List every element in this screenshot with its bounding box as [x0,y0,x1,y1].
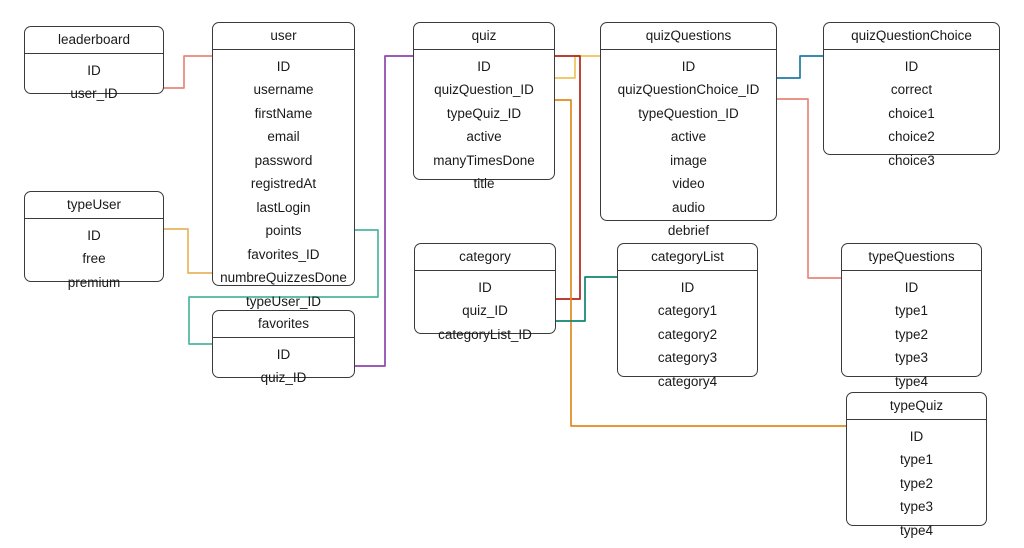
field-leaderboard-ID: ID [87,62,101,78]
field-typeQuestions-type3: type3 [894,350,929,365]
entity-title-typeQuiz: typeQuiz [847,393,986,420]
field-quiz-active: active [466,129,502,144]
field-quizQuestions-video: video [672,176,705,191]
entity-fields-categoryList: ID category1 category2 category3 category4 [618,271,757,400]
field-categoryList-category1: category1 [657,303,718,318]
connector-quiz-quizQuestions [554,55,601,79]
entity-typeQuestions[interactable]: typeQuestions ID type1 type2 type3 type4 [841,243,982,388]
field-quiz-ID: ID [477,58,491,74]
field-quizQuestions-audio: audio [671,199,706,215]
entity-category[interactable]: category ID quiz_ID categoryList_ID [414,243,556,341]
field-user-ID: ID [276,58,291,74]
entity-fields-quizQuestionChoice: ID correct choice1 choice2 choice3 [824,50,999,179]
connector-quizQuestions-quizQuestionChoice [776,55,824,79]
entity-typeUser[interactable]: typeUser ID free premium [24,191,164,289]
entity-title-quizQuestionChoice: quizQuestionChoice [824,23,999,50]
field-user-numbreQuizzesDone: numbreQuizzesDone [220,270,347,285]
connector-leaderboard-user [163,55,213,89]
entity-title-leaderboard: leaderboard [25,27,163,54]
entity-title-categoryList: categoryList [618,244,757,271]
field-quiz-typeQuiz_ID: typeQuiz_ID [446,105,522,121]
entity-favorites[interactable]: favorites ID quiz_ID [212,310,355,384]
field-user-points: points [265,223,302,238]
field-typeQuestions-ID: ID [904,279,919,295]
entity-fields-typeQuestions: ID type1 type2 type3 type4 [842,271,981,400]
field-quiz-title: title [473,176,495,191]
field-categoryList-category2: category2 [657,326,718,342]
field-typeQuestions-type1: type1 [894,303,929,318]
field-category-ID: ID [478,279,492,295]
field-quizQuestions-typeQuestion_ID: typeQuestion_ID [638,105,739,121]
field-typeQuestions-type2: type2 [894,326,929,342]
field-category-categoryList_ID: categoryList_ID [438,326,532,342]
field-user-firstName: firstName [254,105,313,121]
er-diagram-canvas: leaderboard ID user_ID user ID username firstN… [0,0,1024,548]
field-favorites-quiz_ID: quiz_ID [260,370,307,385]
field-quizQuestions-quizQuestionChoice_ID: quizQuestionChoice_ID [617,82,760,97]
entity-fields-quiz: ID quizQuestion_ID typeQuiz_IDactive manyTi… [414,50,554,202]
field-typeQuiz-type1: type1 [899,452,934,467]
field-quizQuestionChoice-correct: correct [890,82,933,97]
connector-favorites-quiz [354,55,414,367]
entity-quizQuestions[interactable]: quizQuestions ID quizQuestionChoice_IDtype… [600,22,777,237]
connector-quiz-category [554,55,581,300]
field-favorites-ID: ID [276,346,291,362]
field-typeQuestions-type4: type4 [894,373,929,389]
entity-title-quiz: quiz [414,23,554,50]
entity-title-favorites: favorites [213,311,354,338]
field-quizQuestionChoice-choice1: choice1 [888,105,935,121]
field-typeUser-premium: premium [67,274,121,290]
entity-title-category: category [415,244,555,271]
entity-title-typeQuestions: typeQuestions [842,244,981,271]
field-typeUser-free: free [82,251,106,266]
entity-user[interactable]: user ID username firstName email password regi… [212,22,355,308]
field-categoryList-category4: category4 [657,373,718,389]
entity-fields-typeQuiz: ID type1 type2 type3 type4 [847,420,986,548]
field-quizQuestionChoice-choice2: choice2 [888,129,935,144]
field-quiz-manyTimesDone: manyTimesDone [433,152,535,168]
field-user-lastLogin: lastLogin [256,199,311,215]
field-typeUser-ID: ID [87,227,101,243]
field-quizQuestionChoice-choice3: choice3 [888,152,935,168]
entity-fields-favorites: ID quiz_ID [213,338,354,396]
entity-fields-typeUser: ID free premium [25,219,163,301]
field-categoryList-ID: ID [680,279,695,295]
field-typeQuiz-type2: type2 [899,475,934,491]
field-category-quiz_ID: quiz_ID [462,303,508,318]
field-quizQuestions-ID: ID [681,58,696,74]
field-typeQuiz-ID: ID [909,428,924,444]
field-leaderboard-user_ID: user_ID [70,86,118,101]
connector-typeUser-user [163,228,213,274]
field-user-username: username [253,82,314,97]
entity-quizQuestionChoice[interactable]: quizQuestionChoice ID correct choice1 choice… [823,22,1000,167]
entity-fields-user: ID username firstName email password registre… [213,50,354,320]
field-quiz-quizQuestion_ID: quizQuestion_ID [434,82,534,97]
entity-title-quizQuestions: quizQuestions [601,23,776,50]
field-quizQuestions-debrief: debrief [667,223,710,238]
entity-quiz[interactable]: quiz ID quizQuestion_ID typeQuiz_IDactive ma… [413,22,555,190]
field-typeQuiz-type3: type3 [899,499,934,514]
entity-typeQuiz[interactable]: typeQuiz ID type1 type2 type3 type4 [846,392,987,537]
field-quizQuestions-active: active [670,129,707,144]
entity-title-user: user [213,23,354,50]
connector-category-categoryList [555,276,618,322]
field-user-email: email [267,129,300,144]
entity-title-typeUser: typeUser [25,192,163,219]
entity-fields-quizQuestions: ID quizQuestionChoice_ID typeQuestion_IDac… [601,50,776,249]
entity-fields-leaderboard: ID user_ID [25,54,163,112]
entity-fields-category: ID quiz_ID categoryList_ID [415,271,555,353]
field-quizQuestionChoice-ID: ID [904,58,919,74]
field-user-favorites_ID: favorites_ID [247,246,320,262]
field-categoryList-category3: category3 [657,350,718,365]
field-quizQuestions-image: image [670,152,707,168]
field-user-password: password [254,152,313,168]
field-typeQuiz-type4: type4 [899,522,934,538]
entity-categoryList[interactable]: categoryList ID category1 category2 category… [617,243,758,388]
field-user-registredAt: registredAt [250,176,317,191]
entity-leaderboard[interactable]: leaderboard ID user_ID [24,26,164,100]
